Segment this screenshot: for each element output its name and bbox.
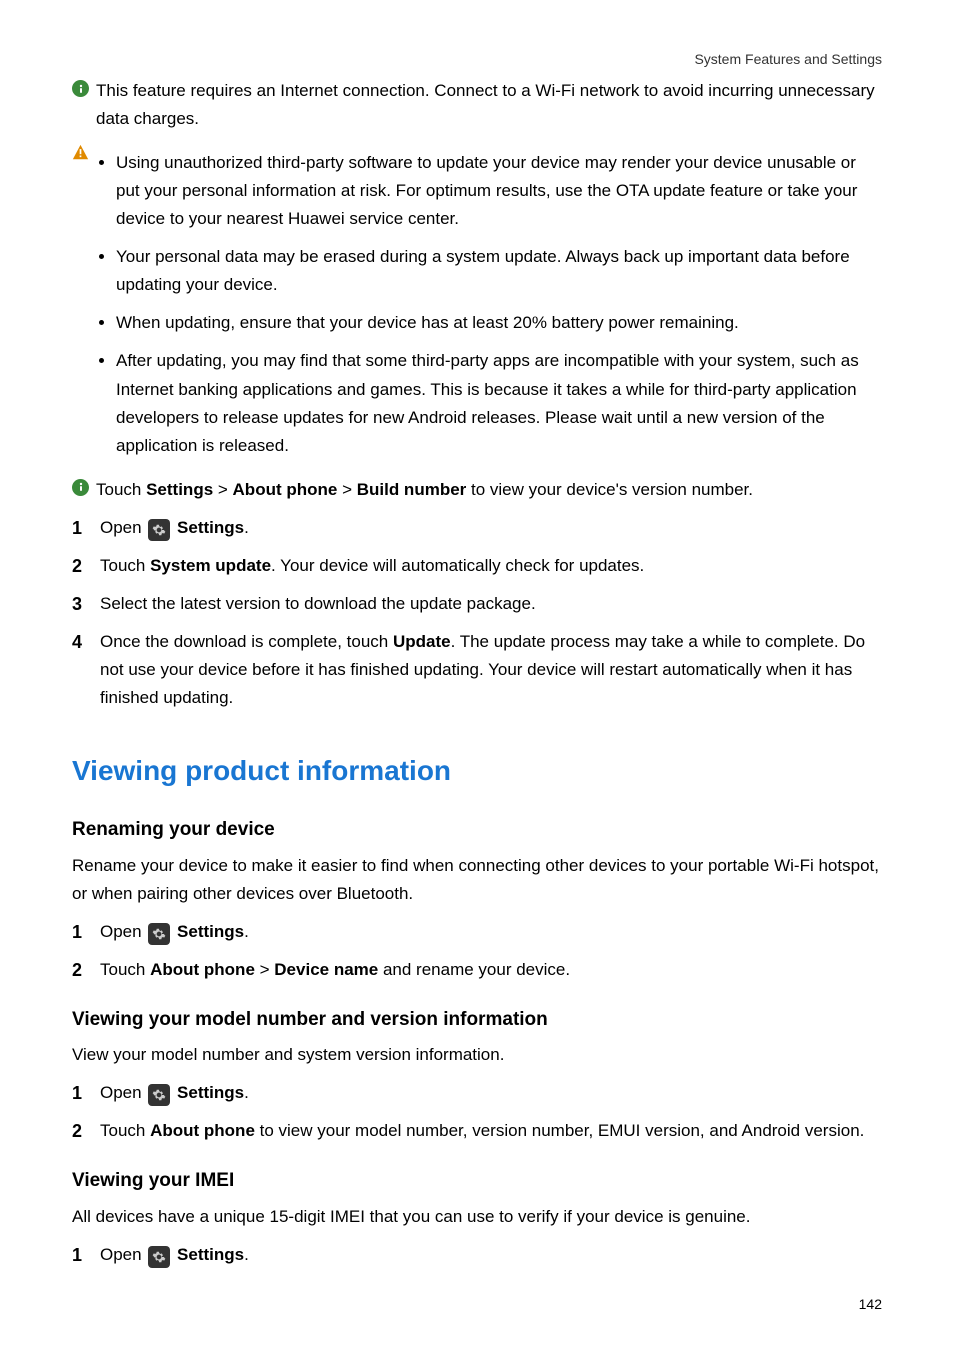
page-number: 142 bbox=[72, 1293, 882, 1316]
info-callout-version: Touch Settings > About phone > Build num… bbox=[72, 476, 882, 504]
subheading-rename: Renaming your device bbox=[72, 814, 882, 845]
page-header: System Features and Settings bbox=[72, 48, 882, 71]
update-steps: Open Settings. Touch System update. Your… bbox=[72, 514, 882, 712]
imei-steps: Open Settings. bbox=[72, 1241, 882, 1269]
info-text: Touch Settings > About phone > Build num… bbox=[96, 476, 882, 504]
subheading-imei: Viewing your IMEI bbox=[72, 1165, 882, 1196]
step-item: Touch System update. Your device will au… bbox=[72, 552, 882, 580]
warning-icon bbox=[72, 142, 92, 170]
step-item: Select the latest version to download th… bbox=[72, 590, 882, 618]
step-item: Touch About phone > Device name and rena… bbox=[72, 956, 882, 984]
section-heading: Viewing product information bbox=[72, 748, 882, 794]
paragraph: All devices have a unique 15-digit IMEI … bbox=[72, 1203, 882, 1231]
paragraph: View your model number and system versio… bbox=[72, 1041, 882, 1069]
warning-list: Using unauthorized third-party software … bbox=[96, 149, 882, 459]
rename-steps: Open Settings. Touch About phone > Devic… bbox=[72, 918, 882, 984]
step-item: Once the download is complete, touch Upd… bbox=[72, 628, 882, 712]
subheading-model: Viewing your model number and version in… bbox=[72, 1004, 882, 1035]
settings-icon bbox=[148, 1246, 170, 1268]
step-item: Open Settings. bbox=[72, 1079, 882, 1107]
warning-item: Using unauthorized third-party software … bbox=[116, 149, 882, 233]
info-text: This feature requires an Internet connec… bbox=[96, 77, 882, 133]
step-item: Open Settings. bbox=[72, 514, 882, 542]
info-icon bbox=[72, 479, 92, 496]
warning-item: When updating, ensure that your device h… bbox=[116, 309, 882, 337]
step-item: Touch About phone to view your model num… bbox=[72, 1117, 882, 1145]
settings-icon bbox=[148, 923, 170, 945]
paragraph: Rename your device to make it easier to … bbox=[72, 852, 882, 908]
warning-item: Your personal data may be erased during … bbox=[116, 243, 882, 299]
info-callout-network: This feature requires an Internet connec… bbox=[72, 77, 882, 133]
warning-item: After updating, you may find that some t… bbox=[116, 347, 882, 459]
settings-icon bbox=[148, 519, 170, 541]
settings-icon bbox=[148, 1084, 170, 1106]
model-steps: Open Settings. Touch About phone to view… bbox=[72, 1079, 882, 1145]
warning-callout: Using unauthorized third-party software … bbox=[72, 139, 882, 469]
step-item: Open Settings. bbox=[72, 918, 882, 946]
info-icon bbox=[72, 80, 92, 97]
step-item: Open Settings. bbox=[72, 1241, 882, 1269]
